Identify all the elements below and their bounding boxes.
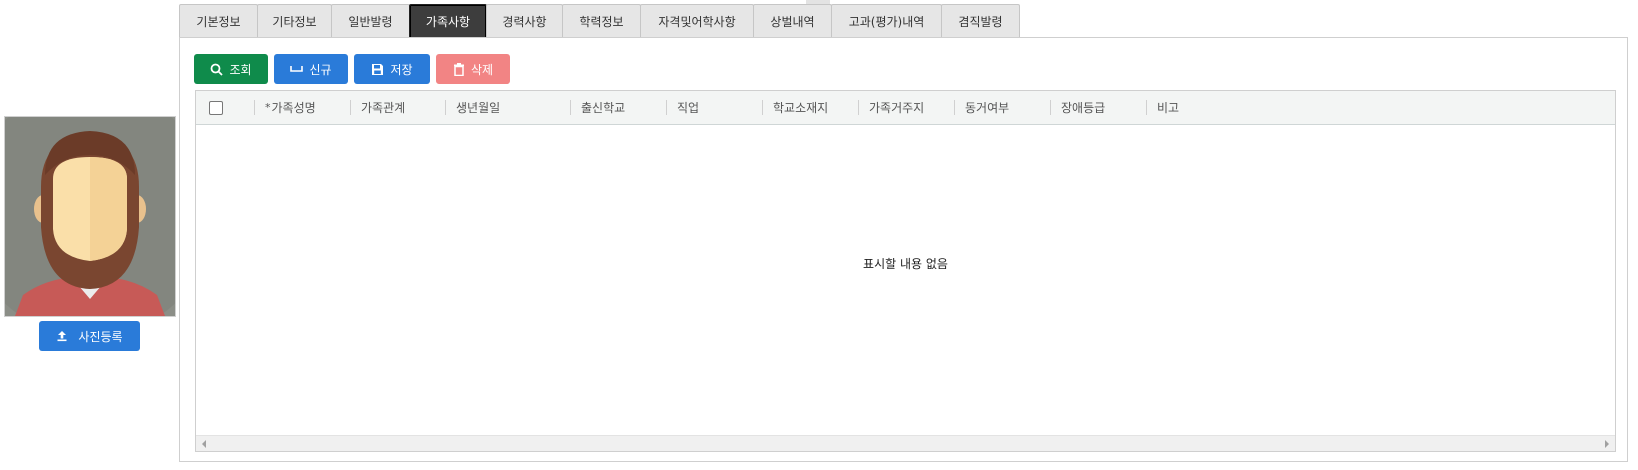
- save-button-label: 저장: [390, 62, 413, 77]
- save-icon: [372, 63, 384, 75]
- tab-7[interactable]: 상벌내역: [753, 4, 832, 37]
- avatar-placeholder-icon: [5, 117, 175, 316]
- column-header-label: 출신학교: [581, 101, 626, 115]
- column-header-6[interactable]: 가족거주지: [858, 91, 954, 124]
- column-header-label: 비고: [1157, 101, 1180, 115]
- empty-message: 표시할 내용 없음: [863, 257, 948, 271]
- new-row-icon: [290, 66, 304, 72]
- tab-2[interactable]: 일반발령: [331, 4, 410, 37]
- search-button[interactable]: 조회: [194, 54, 268, 84]
- search-button-label: 조회: [229, 62, 252, 77]
- column-header-1[interactable]: 가족관계: [350, 91, 445, 124]
- column-header-9[interactable]: 비고: [1146, 91, 1242, 124]
- column-header-label: 가족거주지: [869, 101, 925, 115]
- upload-photo-button[interactable]: 사진등록: [39, 321, 140, 351]
- column-header-8[interactable]: 장애등급: [1050, 91, 1146, 124]
- tab-5[interactable]: 학력정보: [562, 4, 641, 37]
- delete-button[interactable]: 삭제: [436, 54, 510, 84]
- column-header-label: 직업: [677, 101, 700, 115]
- tab-3[interactable]: 가족사항: [409, 4, 487, 38]
- column-header-label: 가족관계: [361, 101, 406, 115]
- column-header-label: 가족성명: [271, 101, 316, 115]
- column-header-3[interactable]: 출신학교: [570, 91, 666, 124]
- column-header-4[interactable]: 직업: [666, 91, 762, 124]
- select-all-checkbox[interactable]: [209, 100, 223, 115]
- required-mark: *: [265, 101, 271, 114]
- delete-button-label: 삭제: [470, 62, 494, 77]
- tab-0[interactable]: 기본정보: [179, 4, 258, 37]
- grid-header: * 가족성명 가족관계 생년월일 출신학교 직업 학교소재지 가족거주지 동거여부 장애등급 비고: [196, 91, 1615, 125]
- scroll-right-icon[interactable]: [1605, 440, 1609, 448]
- tab-1[interactable]: 기타정보: [257, 4, 332, 37]
- tab-bar: 기본정보 기타정보 일반발령 가족사항 경력사항 학력정보 자격및어학사항 상벌내역 고과(평가…: [179, 4, 1020, 38]
- select-all-cell: [196, 91, 254, 124]
- upload-photo-label: 사진등록: [78, 329, 123, 344]
- scroll-left-icon[interactable]: [202, 440, 206, 448]
- column-header-label: 동거여부: [965, 101, 1010, 115]
- horizontal-scrollbar[interactable]: [196, 435, 1615, 451]
- tab-8[interactable]: 고과(평가)내역: [831, 4, 942, 37]
- column-header-label: 생년월일: [456, 101, 501, 115]
- profile-photo: [4, 116, 176, 317]
- column-header-label: 장애등급: [1061, 101, 1106, 115]
- toolbar: 조회 신규 저장 삭제: [194, 54, 510, 84]
- trash-icon: [453, 62, 464, 76]
- save-button[interactable]: 저장: [354, 54, 430, 84]
- tab-9[interactable]: 겸직발령: [941, 4, 1020, 37]
- column-header-5[interactable]: 학교소재지: [762, 91, 858, 124]
- column-header-7[interactable]: 동거여부: [954, 91, 1050, 124]
- column-header-0[interactable]: * 가족성명: [254, 91, 350, 124]
- family-grid: * 가족성명 가족관계 생년월일 출신학교 직업 학교소재지 가족거주지 동거여부 장애등급 비고 …: [195, 90, 1616, 452]
- tab-6[interactable]: 자격및어학사항: [640, 4, 754, 37]
- search-icon: [211, 63, 224, 76]
- new-button-label: 신규: [309, 62, 332, 77]
- upload-icon: [57, 331, 67, 342]
- column-header-2[interactable]: 생년월일: [445, 91, 570, 124]
- tab-4[interactable]: 경력사항: [486, 4, 563, 37]
- column-header-label: 학교소재지: [773, 101, 829, 115]
- content-panel: 조회 신규 저장 삭제 * 가족성명 가족관계 생년월일 출신학교 직업 학교소…: [179, 37, 1628, 462]
- new-button[interactable]: 신규: [274, 54, 348, 84]
